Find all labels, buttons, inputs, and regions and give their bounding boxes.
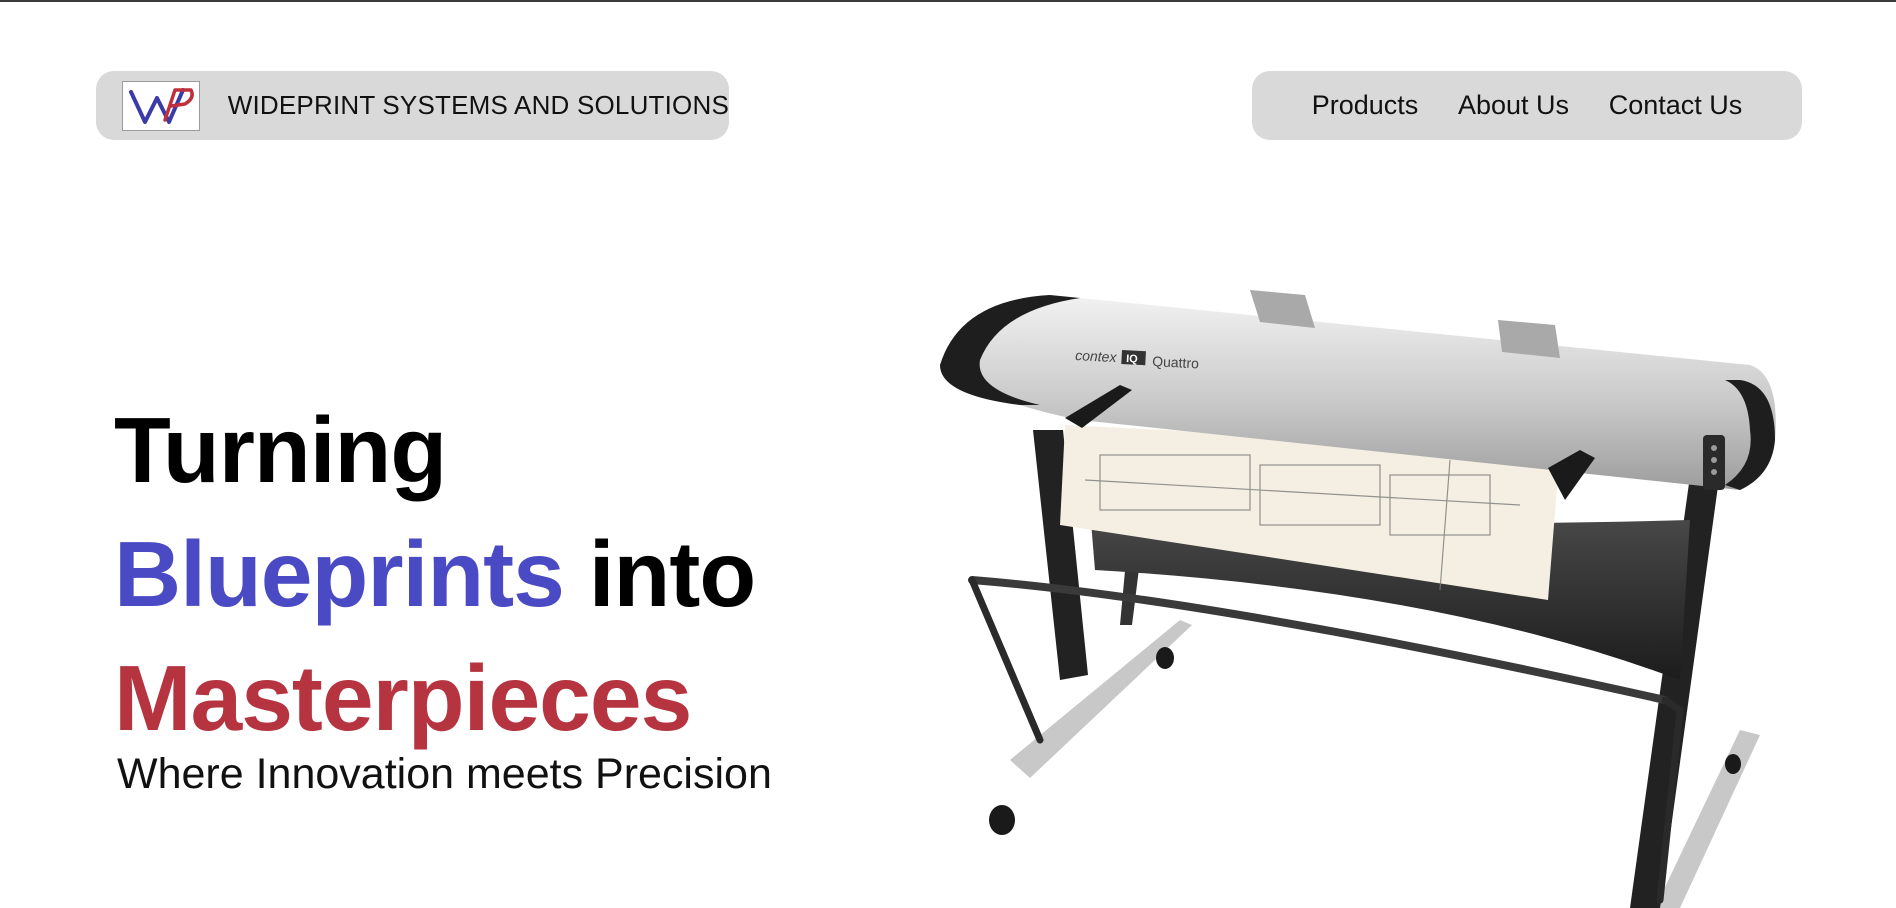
headline-line-1: Turning: [114, 398, 447, 502]
hero-subtitle: Where Innovation meets Precision: [117, 750, 772, 798]
wp-logo-icon: [128, 87, 194, 124]
nav-about-us-link[interactable]: About Us: [1458, 90, 1569, 121]
company-logo: [122, 80, 200, 131]
nav-products-link[interactable]: Products: [1312, 90, 1419, 121]
brand-name: WIDEPRINT SYSTEMS AND SOLUTIONS: [227, 90, 729, 120]
top-border: [0, 0, 1896, 2]
headline-into: into: [588, 522, 756, 626]
brand-home-link[interactable]: WIDEPRINT SYSTEMS AND SOLUTIONS: [96, 71, 729, 140]
scanner-product-image: contex IQ Quattro: [940, 290, 1776, 908]
scanner-model-name: Quattro: [1152, 353, 1200, 371]
nav-contact-us-link[interactable]: Contact Us: [1609, 90, 1743, 121]
hero-headline: Turning Blueprints into Masterpieces: [114, 388, 756, 760]
headline-blueprints: Blueprints: [114, 522, 565, 626]
main-nav: Products About Us Contact Us: [1252, 71, 1802, 140]
headline-masterpieces: Masterpieces: [114, 646, 692, 750]
scanner-brand-text: contex: [1075, 347, 1118, 365]
scanner-model-badge: IQ: [1126, 353, 1139, 366]
